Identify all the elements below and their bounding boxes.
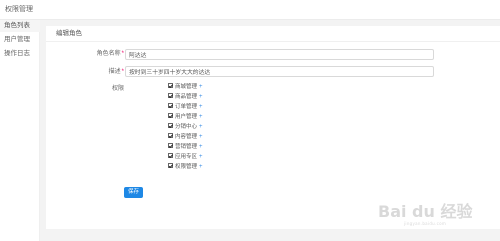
card-title: 编辑角色: [56, 30, 82, 37]
watermark-sub-text: jingyan.baidu.com: [404, 221, 447, 226]
permission-label-text: 商品管理: [175, 94, 198, 100]
permission-item[interactable]: 权限管理 +: [168, 163, 203, 172]
expand-plus-icon[interactable]: +: [199, 164, 203, 170]
checkbox-checked-icon[interactable]: [168, 163, 173, 169]
sidebar: 角色列表 用户管理 操作日志: [0, 20, 40, 241]
permission-item[interactable]: 商品管理 +: [168, 93, 203, 102]
description-label: 描述*: [86, 68, 124, 76]
checkbox-checked-icon[interactable]: [168, 143, 173, 149]
permission-label: 权限: [111, 86, 124, 92]
permission-label-text: 分销中心: [175, 124, 198, 130]
checkbox-checked-icon[interactable]: [168, 153, 173, 159]
checkbox-checked-icon[interactable]: [168, 113, 173, 119]
sidebar-item-role-list[interactable]: 角色列表: [0, 20, 40, 32]
permission-item[interactable]: 应用专区 +: [168, 153, 203, 162]
permission-item[interactable]: 营销管理 +: [168, 143, 203, 152]
permission-item[interactable]: 用户管理 +: [168, 113, 203, 122]
expand-plus-icon[interactable]: +: [199, 114, 203, 120]
checkbox-checked-icon[interactable]: [168, 103, 173, 109]
app-title: 权限管理: [5, 6, 33, 13]
description-label-text: 描述: [108, 69, 121, 75]
role-name-input[interactable]: [125, 49, 434, 60]
checkbox-checked-icon[interactable]: [168, 133, 173, 139]
role-name-label-text: 角色名称: [96, 51, 121, 57]
permission-item[interactable]: 内容管理 +: [168, 133, 203, 142]
expand-plus-icon[interactable]: +: [199, 134, 203, 140]
watermark-main-text: Bai du 经验: [378, 202, 473, 221]
permission-label-text: 应用专区: [175, 154, 198, 160]
permission-label-text: 内容管理: [175, 134, 198, 140]
permission-label-text: 订单管理: [175, 104, 198, 110]
expand-plus-icon[interactable]: +: [199, 104, 203, 110]
expand-plus-icon[interactable]: +: [199, 124, 203, 130]
checkbox-checked-icon[interactable]: [168, 93, 173, 99]
required-mark: *: [121, 69, 124, 75]
expand-plus-icon[interactable]: +: [199, 154, 203, 160]
required-mark: *: [121, 51, 124, 57]
top-bar: 权限管理: [0, 0, 500, 20]
card-header: 编辑角色: [46, 26, 500, 42]
expand-plus-icon[interactable]: +: [199, 94, 203, 100]
expand-plus-icon[interactable]: +: [199, 144, 203, 150]
permission-label-text: 权限管理: [175, 164, 198, 170]
permission-label-text: 商城管理: [175, 84, 198, 90]
sidebar-item-operation-log[interactable]: 操作日志: [0, 48, 40, 60]
description-input[interactable]: [125, 66, 434, 77]
permission-item[interactable]: 分销中心 +: [168, 123, 203, 132]
baidu-watermark: Bai du 经验 jingyan.baidu.com: [378, 202, 480, 227]
sidebar-item-user-management[interactable]: 用户管理: [0, 34, 40, 46]
edit-role-card: 编辑角色 角色名称* 描述* 权限: [46, 26, 500, 229]
checkbox-checked-icon[interactable]: [168, 83, 173, 89]
permission-item[interactable]: 商城管理 +: [168, 83, 203, 92]
permission-item[interactable]: 订单管理 +: [168, 103, 203, 112]
checkbox-checked-icon[interactable]: [168, 123, 173, 129]
expand-plus-icon[interactable]: +: [199, 84, 203, 90]
role-name-label: 角色名称*: [86, 50, 124, 58]
save-button[interactable]: 保存: [124, 187, 143, 198]
permission-label-text: 用户管理: [175, 114, 198, 120]
permission-label-text: 营销管理: [175, 144, 198, 150]
